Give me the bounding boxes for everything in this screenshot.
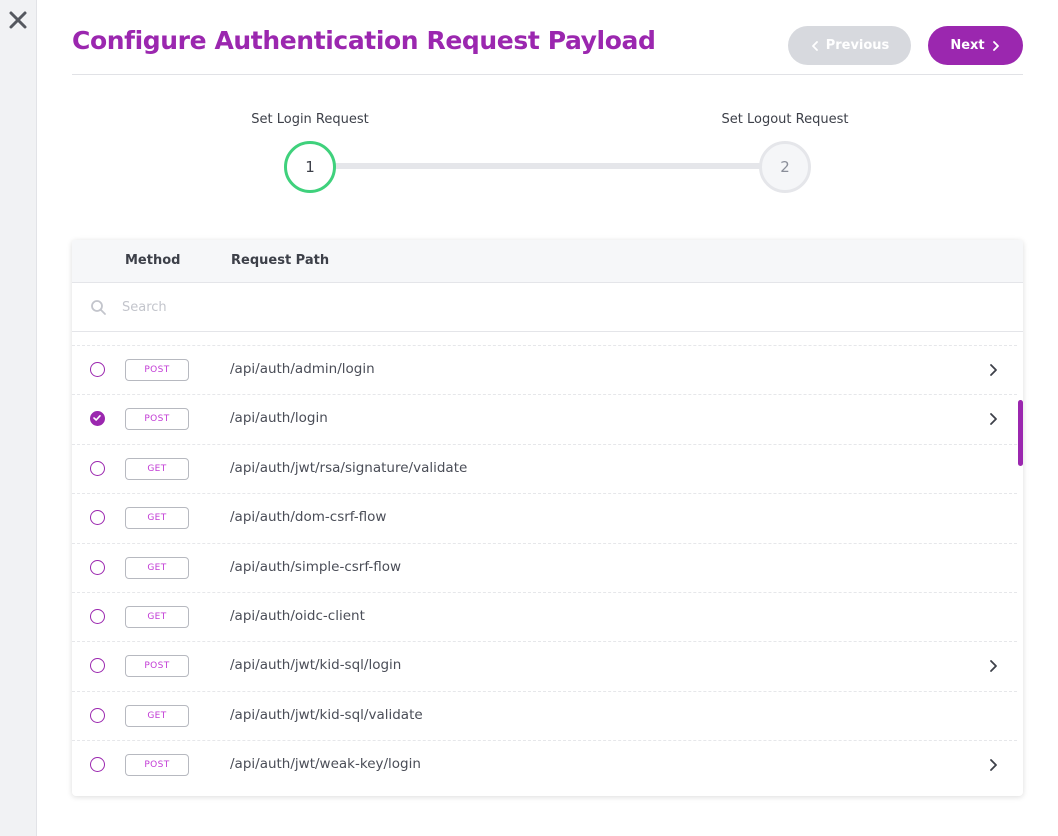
step-2-circle[interactable]: 2 xyxy=(759,141,811,193)
table-header: Method Request Path xyxy=(72,240,1023,283)
chevron-left-icon xyxy=(811,40,818,51)
table-row[interactable]: GET/api/auth/jwt/rsa/signature/validate xyxy=(72,443,1017,493)
stepper: Set Login Request Set Logout Request 1 2 xyxy=(200,100,900,200)
request-path: /api/auth/jwt/rsa/signature/validate xyxy=(230,459,468,476)
request-path: /api/auth/dom-csrf-flow xyxy=(230,509,387,526)
request-path: /api/auth/admin/login xyxy=(230,361,375,377)
scrollbar-thumb[interactable] xyxy=(1018,400,1023,466)
column-header-method: Method xyxy=(125,253,181,268)
method-badge: POST xyxy=(125,359,189,381)
request-path: /api/auth/jwt/kid-sql/validate xyxy=(230,706,423,723)
table-row[interactable]: GET/api/auth/oidc-client xyxy=(72,591,1017,641)
request-path: /api/auth/jwt/weak-key/login xyxy=(230,756,421,773)
method-badge: GET xyxy=(125,605,189,628)
request-path: /api/auth/oidc-client xyxy=(230,607,365,624)
step-label-logout: Set Logout Request xyxy=(721,112,849,127)
method-badge: POST xyxy=(125,408,189,431)
method-badge: POST xyxy=(125,655,189,678)
step-label-login: Set Login Request xyxy=(251,112,369,127)
method-badge: GET xyxy=(125,704,189,727)
chevron-right-icon[interactable] xyxy=(988,758,998,772)
table-row[interactable]: GET/api/auth/dom-csrf-flow xyxy=(72,493,1017,542)
page-title: Configure Authentication Request Payload xyxy=(72,26,656,55)
table-row[interactable]: POST/api/auth/jwt/weak-key/login xyxy=(72,740,1017,789)
search-input[interactable] xyxy=(116,293,996,321)
chevron-right-icon[interactable] xyxy=(988,363,998,377)
table-body: POST/api/auth/admin/login POST/api/auth/l… xyxy=(72,345,1017,790)
next-button-label: Next xyxy=(950,38,985,53)
step-1-circle[interactable]: 1 xyxy=(284,141,336,193)
row-select-radio[interactable] xyxy=(90,362,105,377)
row-select-radio[interactable] xyxy=(90,510,105,526)
chevron-right-icon xyxy=(992,40,999,51)
method-badge: GET xyxy=(125,457,189,480)
row-select-radio[interactable] xyxy=(90,559,105,575)
row-select-radio[interactable] xyxy=(90,707,105,723)
request-path: /api/auth/simple-csrf-flow xyxy=(230,558,402,575)
search-icon xyxy=(91,300,106,315)
table-row[interactable]: POST/api/auth/login xyxy=(72,394,1017,443)
side-rail xyxy=(0,0,37,836)
row-select-radio[interactable] xyxy=(90,411,105,427)
row-select-radio[interactable] xyxy=(90,757,105,773)
row-select-radio[interactable] xyxy=(90,658,105,674)
row-select-radio[interactable] xyxy=(90,608,105,624)
row-select-radio[interactable] xyxy=(90,460,105,476)
request-table: Method Request Path POST/api/auth/admin/… xyxy=(72,240,1023,796)
request-path: /api/auth/login xyxy=(230,410,328,427)
table-row[interactable]: GET/api/auth/simple-csrf-flow xyxy=(72,542,1017,592)
previous-button-label: Previous xyxy=(825,38,890,53)
method-badge: GET xyxy=(125,507,189,530)
previous-button[interactable]: Previous xyxy=(788,26,911,65)
page-header: Configure Authentication Request Payload… xyxy=(72,20,1023,75)
table-row[interactable]: POST/api/auth/admin/login xyxy=(72,345,1017,394)
close-button[interactable] xyxy=(7,9,29,31)
stepper-track xyxy=(310,163,785,169)
method-badge: GET xyxy=(125,556,189,579)
column-header-request-path: Request Path xyxy=(231,253,330,268)
search-bar xyxy=(72,283,1023,332)
chevron-right-icon[interactable] xyxy=(988,412,998,426)
table-row[interactable]: GET/api/auth/jwt/kid-sql/validate xyxy=(72,690,1017,740)
request-path: /api/auth/jwt/kid-sql/login xyxy=(230,657,402,674)
table-row[interactable]: POST/api/auth/jwt/kid-sql/login xyxy=(72,641,1017,690)
close-icon xyxy=(9,11,27,29)
check-icon xyxy=(93,415,101,422)
method-badge: POST xyxy=(125,754,189,777)
next-button[interactable]: Next xyxy=(928,26,1023,65)
chevron-right-icon[interactable] xyxy=(988,659,998,673)
